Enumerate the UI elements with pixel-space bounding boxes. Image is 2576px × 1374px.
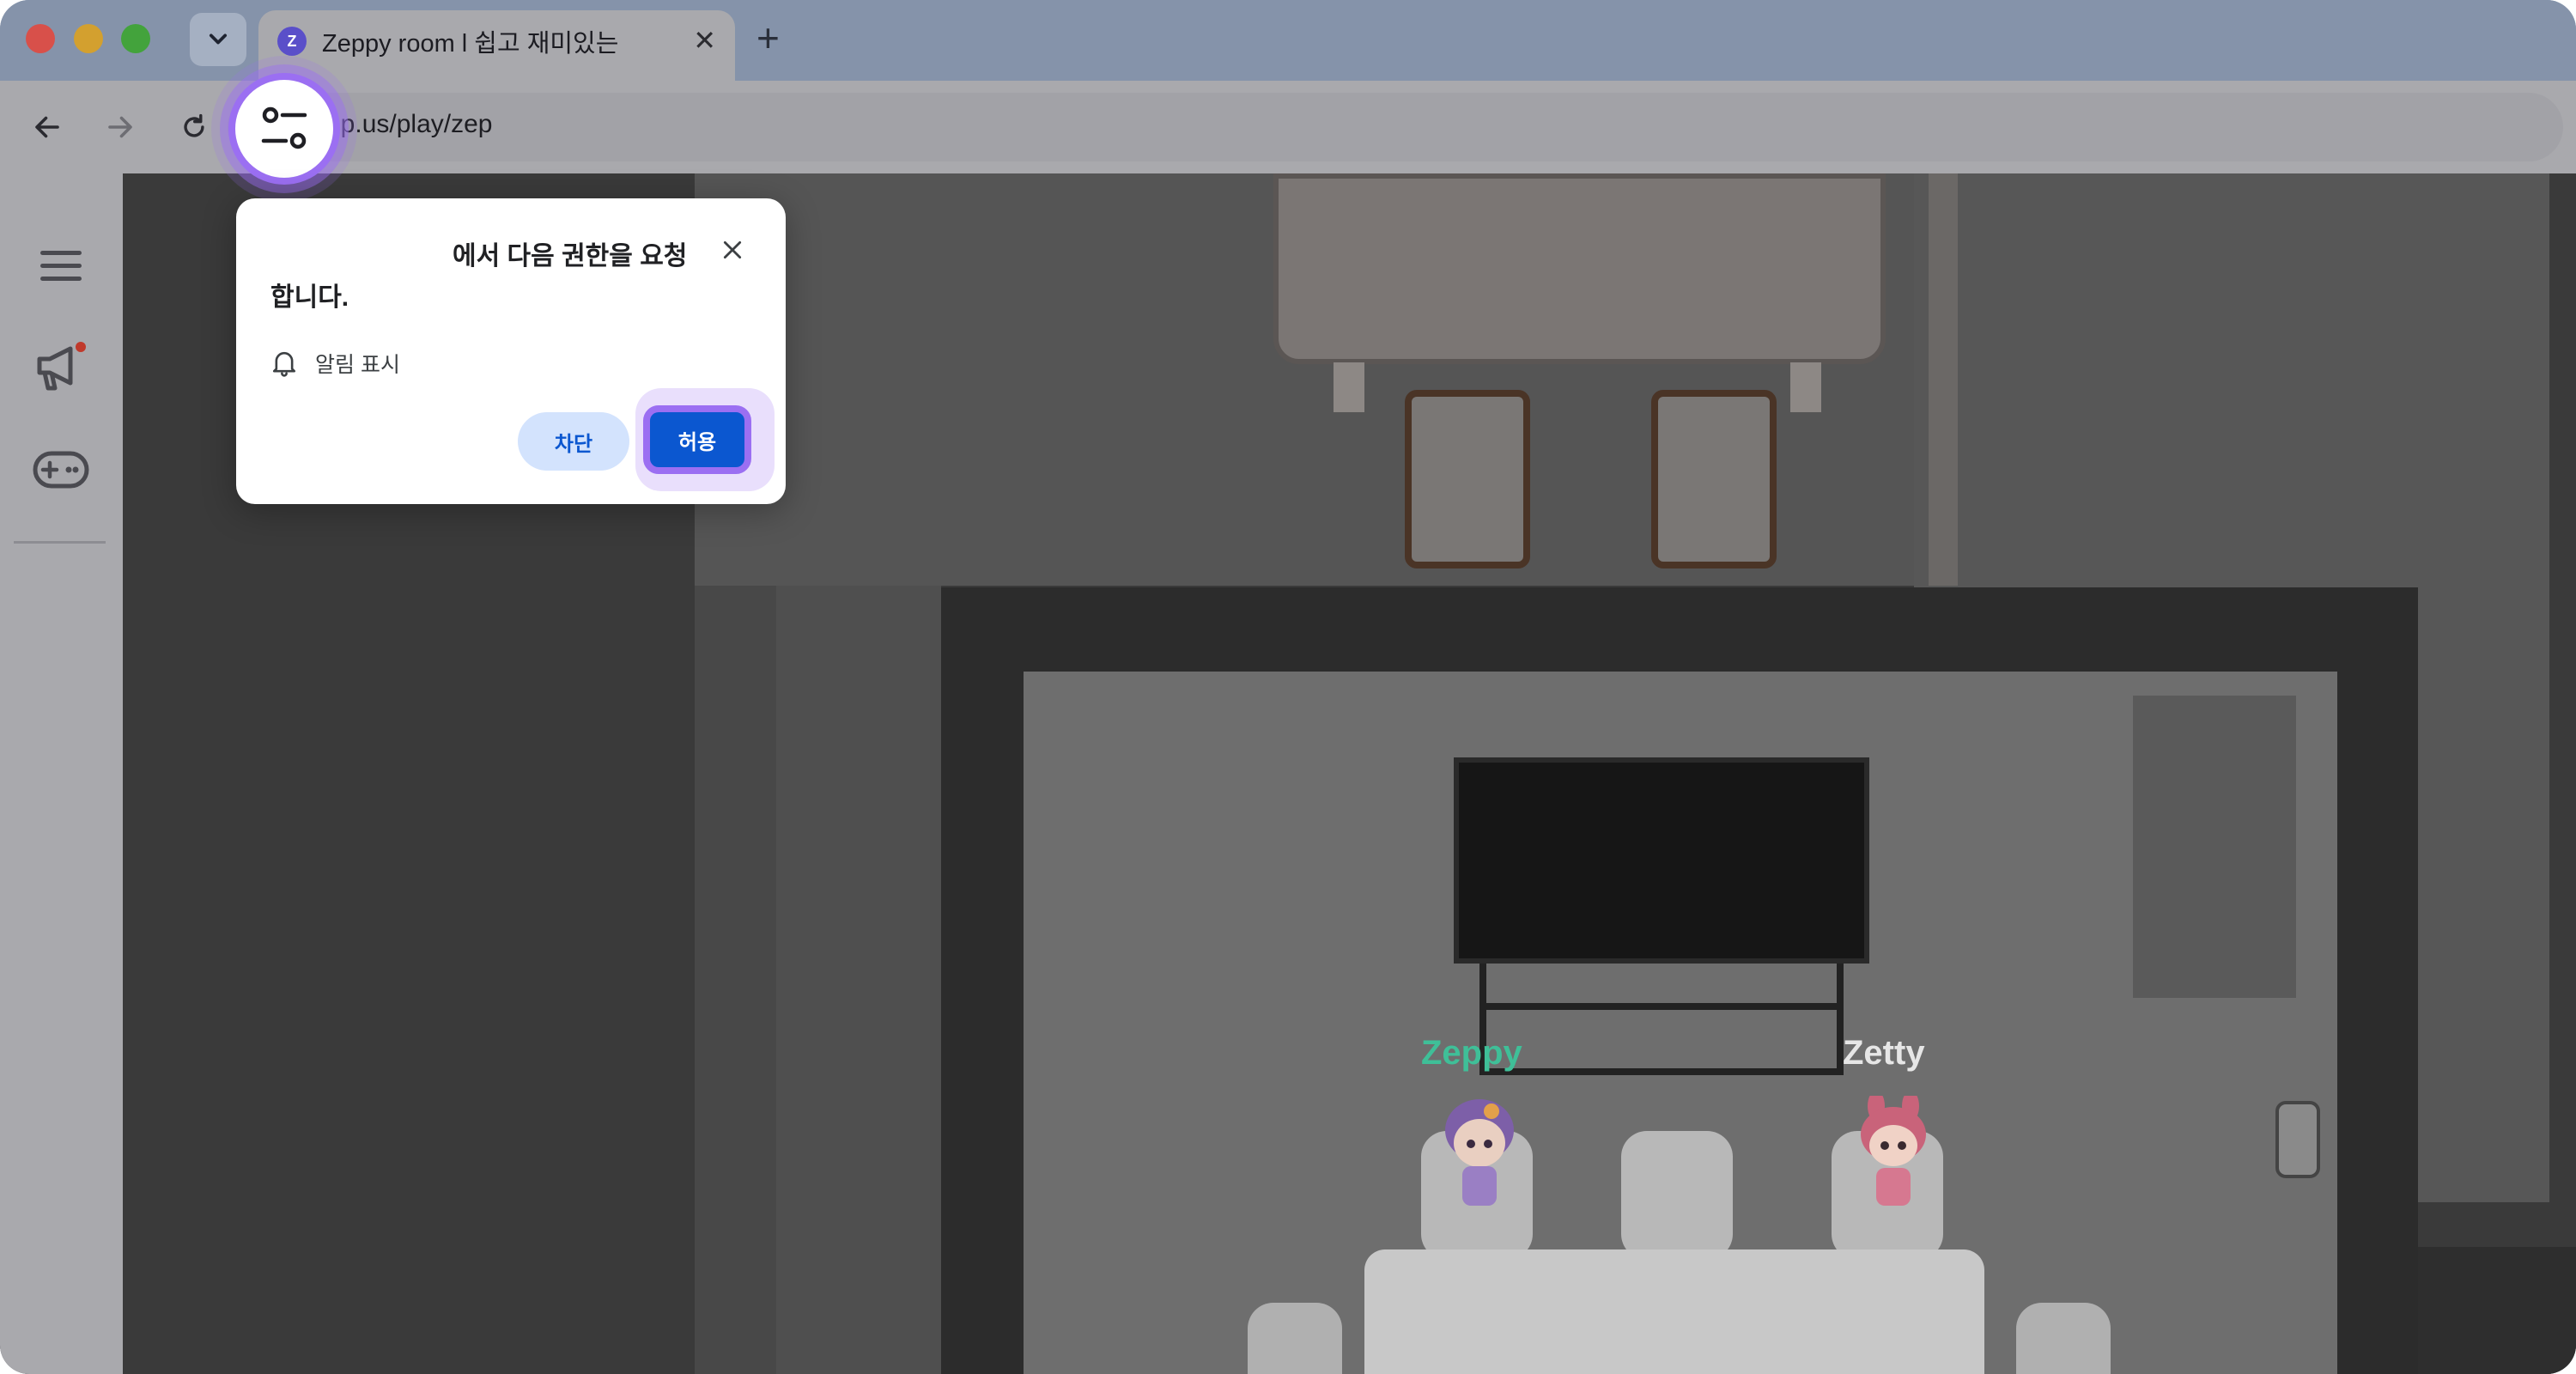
tab-list-button[interactable] (190, 13, 246, 66)
url-text: ep.us/play/zep (326, 110, 493, 138)
corridor-floor (776, 586, 941, 1374)
close-window-button[interactable] (26, 24, 55, 53)
wall-panel (2133, 696, 2296, 998)
permission-title: 에서 다음 권한을 요청 (453, 242, 688, 271)
chair (1621, 1131, 1733, 1260)
trash-bin (2275, 1101, 2320, 1178)
bell-icon (272, 351, 296, 377)
permission-item: 알림 표시 (270, 346, 400, 380)
permission-label: 알림 표시 (315, 353, 400, 377)
browser-toolbar: ep.us/play/zep (0, 81, 2576, 173)
reload-icon (184, 113, 204, 137)
sidebar (0, 173, 123, 1374)
notification-dot (76, 342, 86, 352)
chair (1248, 1303, 1342, 1374)
tv-stand-bar (1479, 1003, 1844, 1010)
corridor-floor (695, 586, 776, 1374)
upper-table-leg (1334, 362, 1364, 412)
sidebar-divider (14, 541, 106, 544)
maximize-window-button[interactable] (121, 24, 150, 53)
block-button[interactable]: 차단 (518, 412, 629, 471)
outer-wall (2418, 1247, 2576, 1374)
reload-button[interactable] (168, 101, 220, 153)
avatar-name-zeppy: Zeppy (1421, 1034, 1522, 1072)
tv-stand (1479, 964, 1844, 1075)
new-tab-button[interactable]: + (756, 15, 780, 60)
site-settings-button[interactable] (228, 73, 340, 185)
chevron-down-icon (209, 33, 228, 45)
tab-bar: Z Zeppy room l 쉽고 재미있는 ✕ + (0, 0, 2576, 81)
upper-table-leg (1790, 362, 1821, 412)
avatar-name-zetty: Zetty (1843, 1034, 1925, 1072)
tab-title: Zeppy room l 쉽고 재미있는 (322, 30, 619, 58)
tv-screen (1454, 757, 1869, 964)
wall-pillar (1929, 173, 1958, 586)
minimize-window-button[interactable] (74, 24, 103, 53)
game-button[interactable] (31, 440, 91, 500)
announcement-button[interactable] (31, 337, 91, 397)
address-bar[interactable]: ep.us/play/zep (228, 93, 2563, 161)
permission-dialog: 에서 다음 권한을 요청 합니다. 알림 표시 차단 허용 (236, 198, 786, 504)
back-arrow-icon (35, 116, 59, 138)
active-tab[interactable]: Z Zeppy room l 쉽고 재미있는 ✕ (258, 10, 735, 81)
menu-icon (40, 251, 82, 281)
permission-title-continued: 합니다. (270, 283, 349, 312)
close-icon (723, 240, 742, 259)
chair (1651, 390, 1777, 568)
megaphone-icon (37, 342, 86, 391)
back-button[interactable] (21, 101, 73, 153)
menu-button[interactable] (31, 236, 91, 296)
tab-close-button[interactable]: ✕ (693, 25, 716, 56)
allow-button[interactable]: 허용 (643, 405, 751, 474)
upper-table (1273, 173, 1886, 364)
dialog-close-button[interactable] (717, 234, 748, 265)
forward-arrow-icon (108, 116, 132, 138)
avatar-zetty[interactable] (1850, 1091, 1936, 1216)
avatar-zeppy[interactable] (1437, 1096, 1522, 1216)
chair (1405, 390, 1530, 568)
meeting-table (1364, 1249, 1984, 1374)
site-settings-icon (261, 106, 307, 149)
browser-window: Z Zeppy room l 쉽고 재미있는 ✕ + ep.us/play/ze… (0, 0, 2576, 1374)
chair (2016, 1303, 2111, 1374)
zep-logo-icon: Z (277, 27, 307, 56)
gamepad-icon (33, 451, 89, 489)
forward-button[interactable] (94, 101, 146, 153)
